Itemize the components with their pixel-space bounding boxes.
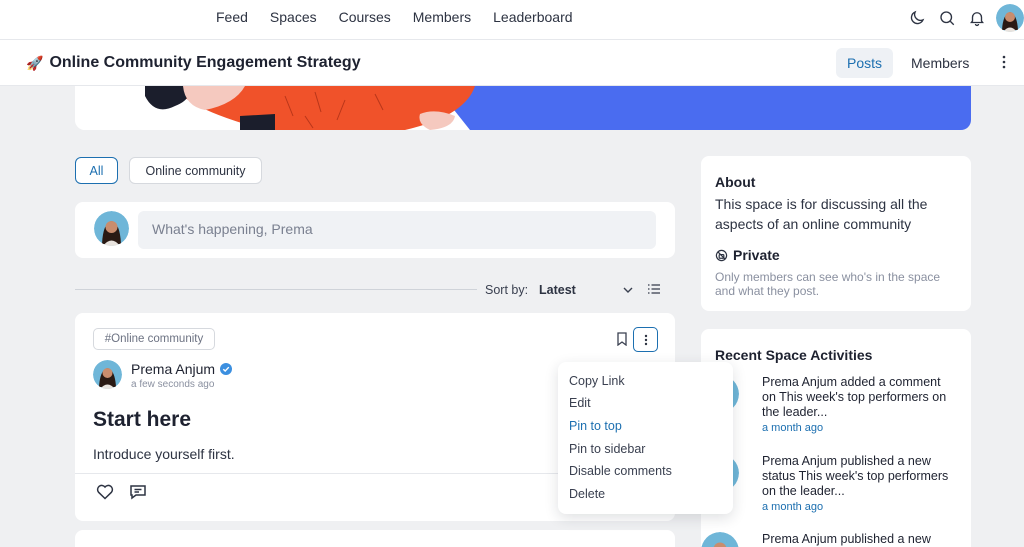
space-header: 🚀 Online Community Engagement Strategy P… bbox=[0, 40, 1024, 86]
menu-item-disable-comments[interactable]: Disable comments bbox=[569, 464, 672, 478]
composer-input[interactable]: What's happening, Prema bbox=[138, 211, 656, 249]
activity-text: Prema Anjum added a comment on This week… bbox=[762, 375, 947, 419]
space-title: 🚀 Online Community Engagement Strategy bbox=[26, 54, 361, 72]
nav-link-members[interactable]: Members bbox=[413, 9, 471, 25]
sort-select[interactable]: Latest bbox=[539, 283, 576, 297]
activity-avatar bbox=[701, 532, 739, 547]
nav-link-spaces[interactable]: Spaces bbox=[270, 9, 317, 25]
search-icon[interactable] bbox=[932, 3, 962, 33]
activity-time[interactable]: a month ago bbox=[762, 422, 823, 434]
top-tools bbox=[902, 3, 1024, 33]
tab-posts[interactable]: Posts bbox=[836, 48, 893, 78]
about-heading: About bbox=[715, 174, 756, 190]
kebab-icon bbox=[644, 334, 647, 345]
space-title-text: Online Community Engagement Strategy bbox=[49, 54, 361, 71]
post-composer: What's happening, Prema bbox=[75, 202, 675, 258]
chevron-down-icon[interactable] bbox=[622, 283, 634, 301]
banner-illustration bbox=[75, 86, 971, 130]
menu-item-pin-to-sidebar[interactable]: Pin to sidebar bbox=[569, 442, 645, 456]
filter-online-community[interactable]: Online community bbox=[129, 157, 262, 184]
activity-text: Prema Anjum published a new bbox=[762, 532, 931, 546]
author-avatar[interactable] bbox=[93, 360, 122, 389]
next-post-card bbox=[75, 530, 675, 547]
activity-text: Prema Anjum published a new status This … bbox=[762, 454, 949, 498]
main-nav-links: Feed Spaces Courses Members Leaderboard bbox=[216, 9, 573, 25]
menu-item-delete[interactable]: Delete bbox=[569, 487, 605, 501]
post-timestamp: a few seconds ago bbox=[131, 379, 215, 390]
post-title[interactable]: Start here bbox=[93, 408, 191, 432]
sort-divider bbox=[75, 289, 477, 290]
activities-heading: Recent Space Activities bbox=[715, 347, 873, 363]
bookmark-icon[interactable] bbox=[616, 332, 628, 351]
nav-link-feed[interactable]: Feed bbox=[216, 9, 248, 25]
sort-row: Sort by: Latest bbox=[75, 280, 675, 300]
author-name-text[interactable]: Prema Anjum bbox=[131, 361, 215, 377]
comment-icon[interactable] bbox=[129, 484, 147, 505]
top-navigation: Feed Spaces Courses Members Leaderboard bbox=[0, 0, 1024, 40]
post-body: Introduce yourself first. bbox=[93, 446, 235, 462]
privacy-text: Private bbox=[733, 247, 780, 263]
user-avatar[interactable] bbox=[996, 4, 1024, 32]
private-icon bbox=[715, 249, 728, 261]
heart-icon[interactable] bbox=[96, 484, 114, 505]
sort-label: Sort by: bbox=[485, 283, 529, 297]
menu-item-edit[interactable]: Edit bbox=[569, 396, 591, 410]
moon-icon[interactable] bbox=[902, 3, 932, 33]
author-name: Prema Anjum bbox=[131, 361, 233, 377]
filter-all[interactable]: All bbox=[75, 157, 118, 184]
post-options-menu: Copy Link Edit Pin to top Pin to sidebar… bbox=[558, 362, 733, 514]
rocket-icon: 🚀 bbox=[26, 54, 44, 71]
tab-members[interactable]: Members bbox=[911, 55, 969, 71]
privacy-description: Only members can see who's in the space … bbox=[715, 270, 941, 298]
privacy-label: Private bbox=[715, 247, 780, 263]
bell-icon[interactable] bbox=[962, 3, 992, 33]
nav-link-courses[interactable]: Courses bbox=[339, 9, 391, 25]
nav-link-leaderboard[interactable]: Leaderboard bbox=[493, 9, 572, 25]
recent-activities-card: Recent Space Activities Prema Anjum adde… bbox=[701, 329, 971, 547]
composer-avatar bbox=[94, 211, 129, 246]
more-options-icon[interactable] bbox=[996, 54, 1012, 70]
activity-time[interactable]: a month ago bbox=[762, 501, 823, 513]
about-card: About This space is for discussing all t… bbox=[701, 156, 971, 311]
menu-item-pin-to-top[interactable]: Pin to top bbox=[569, 419, 622, 433]
list-view-icon[interactable] bbox=[647, 282, 661, 301]
about-description: This space is for discussing all the asp… bbox=[715, 196, 928, 232]
space-banner bbox=[75, 86, 971, 130]
menu-item-copy-link[interactable]: Copy Link bbox=[569, 374, 625, 388]
post-options-button[interactable] bbox=[633, 327, 658, 352]
post-tag[interactable]: #Online community bbox=[93, 328, 215, 350]
verified-icon bbox=[220, 363, 233, 375]
